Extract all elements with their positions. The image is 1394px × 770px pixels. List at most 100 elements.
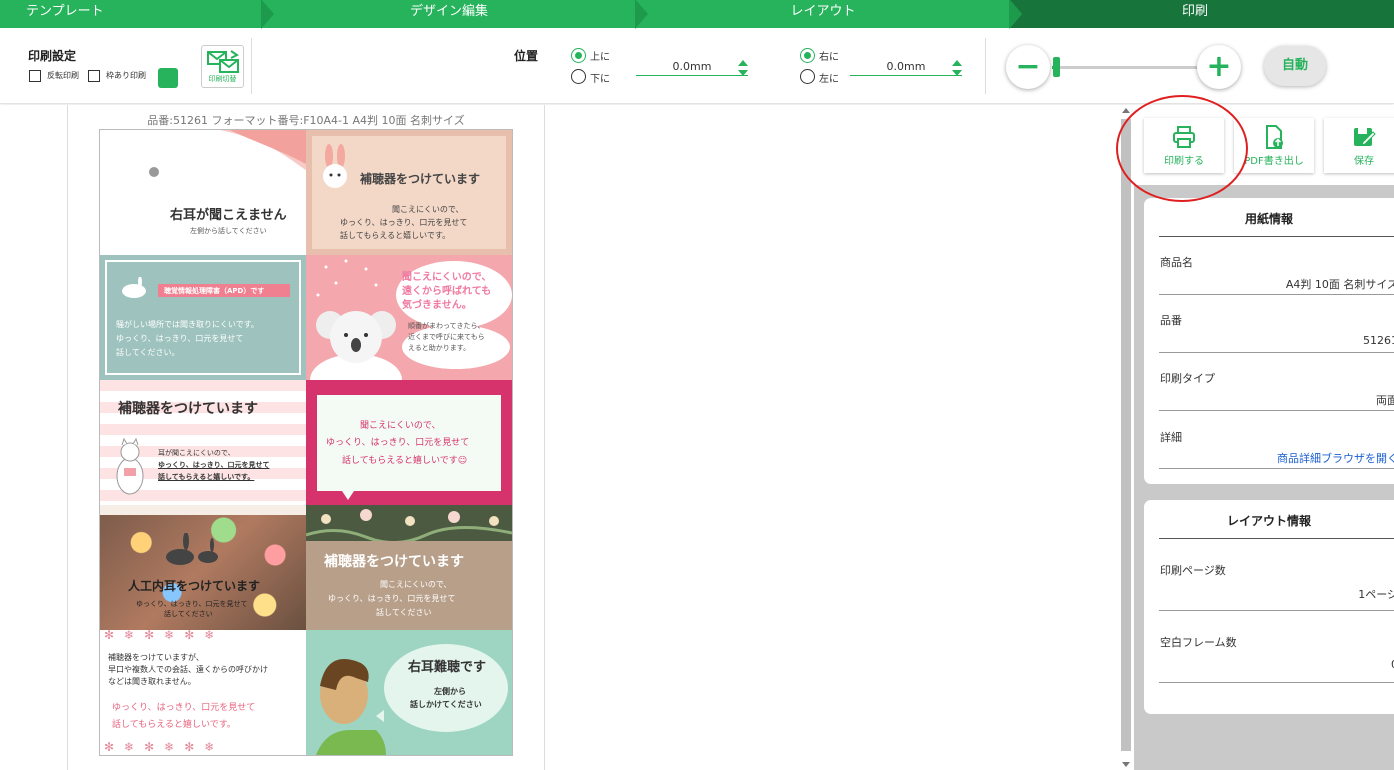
- pdf-export-icon: [1266, 125, 1283, 149]
- position-top-radio[interactable]: [571, 48, 586, 63]
- vertical-offset-input[interactable]: 0.0mm: [636, 60, 748, 76]
- scrollbar-thumb[interactable]: [1121, 119, 1131, 751]
- card-7-line-1: ゆっくり、はっきり、口元を見せて: [136, 600, 248, 608]
- vertical-offset-stepper[interactable]: [738, 60, 748, 78]
- card-6[interactable]: 聞こえにくいので、 ゆっくり、はっきり、口元を見せて 話してもらえると嬉しいです…: [306, 380, 512, 505]
- card-5-line-1: 耳が聞こえにくいので、: [158, 449, 235, 457]
- position-left-radio[interactable]: [800, 69, 815, 84]
- vertical-scrollbar[interactable]: [1118, 105, 1134, 770]
- card-8-line-2: ゆっくり、はっきり、口元を見せて: [328, 594, 456, 603]
- card-4[interactable]: 聞こえにくいので、 遠くから呼ばれても 気づきません。 順番がまわってきたら、 …: [306, 255, 512, 380]
- product-number-value: 51261: [1363, 334, 1394, 347]
- card-2-line-1: 聞こえにくいので、: [392, 205, 464, 214]
- card-6-line-2: ゆっくり、はっきり、口元を見せて: [326, 438, 470, 448]
- print-pages-label: 印刷ページ数: [1160, 564, 1226, 577]
- step-design-edit[interactable]: デザイン編集: [262, 0, 648, 29]
- card-9-line-3: などは聞き取れません。: [108, 677, 196, 686]
- card-5-line-2: ゆっくり、はっきり、口元を見せて: [158, 461, 270, 469]
- card-2-line-2: ゆっくり、はっきり、口元を見せて: [340, 218, 468, 227]
- card-8-line-1: 聞こえにくいので、: [380, 580, 452, 589]
- horizontal-offset-input[interactable]: 0.0mm: [850, 60, 962, 76]
- position-bottom-label: 下に: [590, 74, 610, 85]
- card-1[interactable]: 右耳が聞こえません 左側から話してください: [100, 130, 306, 255]
- print-swap-label: 印刷切替: [208, 75, 237, 83]
- card-1-sub: 左側から話してください: [190, 227, 267, 235]
- print-swap-icon: [206, 50, 239, 73]
- auto-zoom-button[interactable]: 自動: [1264, 46, 1326, 86]
- row-divider: [1159, 468, 1394, 469]
- minus-icon: −: [1015, 49, 1041, 84]
- save-icon: [1354, 128, 1376, 146]
- cat-illustration: [116, 437, 144, 495]
- print-pages-value: 1ページ: [1358, 588, 1394, 601]
- snowflake-icon: ✻❄✻❄✻❄: [104, 740, 225, 754]
- card-9-line-4: ゆっくり、はっきり、口元を見せて: [112, 703, 256, 713]
- position-top-label: 上に: [590, 52, 610, 63]
- card-8[interactable]: 補聴器をつけています 聞こえにくいので、 ゆっくり、はっきり、口元を見せて 話し…: [306, 505, 512, 630]
- card-9[interactable]: ✻❄✻❄✻❄ ✻❄✻❄✻❄ 補聴器をつけていますが、 早口や複数人での会話、遠く…: [100, 630, 306, 755]
- stepper-up-icon[interactable]: [952, 60, 962, 66]
- zoom-in-button[interactable]: +: [1197, 45, 1241, 89]
- color-toggle-button[interactable]: [158, 68, 178, 88]
- paper-header: 品番:51261 フォーマット番号:F10A4-1 A4判 10面 名刺サイズ: [147, 114, 465, 127]
- card-4-line-3: 気づきません。: [402, 300, 472, 311]
- card-3[interactable]: 聴覚情報処理障害（APD）です 騒がしい場所では聞き取りにくいです。 ゆっくり、…: [100, 255, 306, 380]
- mirror-print-checkbox[interactable]: [29, 70, 41, 82]
- card-5-line-3: 話してもらえると嬉しいです。: [158, 473, 255, 481]
- rabbit-icon: [122, 277, 146, 298]
- card-9-line-2: 早口や複数人での会話、遠くからの呼びかけ: [108, 665, 268, 674]
- step-bar: テンプレート デザイン編集 レイアウト 印刷: [0, 0, 1394, 29]
- scroll-up-icon[interactable]: [1122, 108, 1130, 113]
- card-5[interactable]: 補聴器をつけています 耳が聞こえにくいので、 ゆっくり、はっきり、口元を見せて …: [100, 380, 306, 505]
- position-right-radio[interactable]: [800, 48, 815, 63]
- card-6-line-1: 聞こえにくいので、: [360, 421, 441, 431]
- toolbar: 印刷設定 反転印刷 枠あり印刷 印刷切替 位置 上に 下に 0.0mm 右に 左…: [0, 28, 1394, 104]
- print-swap-button[interactable]: 印刷切替: [201, 45, 244, 88]
- zoom-slider-track[interactable]: [1052, 66, 1200, 69]
- horizontal-offset-stepper[interactable]: [952, 60, 962, 78]
- step-print[interactable]: 印刷: [1010, 0, 1380, 28]
- card-6-bubble-tail: [342, 491, 354, 500]
- stepper-down-icon[interactable]: [738, 70, 748, 76]
- frame-print-checkbox[interactable]: [88, 70, 100, 82]
- zoom-out-button[interactable]: −: [1006, 45, 1050, 89]
- row-divider: [1159, 352, 1394, 353]
- step-layout[interactable]: レイアウト: [636, 0, 1022, 29]
- product-number-label: 品番: [1160, 314, 1182, 327]
- toolbar-divider: [251, 38, 252, 94]
- blank-frames-label: 空白フレーム数: [1160, 636, 1237, 649]
- right-panel: 印刷する PDF書き出し 保存 用紙情報 商品名 A4判 10面 名刺サイズ 品…: [1134, 105, 1394, 770]
- zoom-slider-handle[interactable]: [1053, 57, 1060, 77]
- card-7-title: 人工内耳をつけています: [128, 579, 261, 593]
- position-left-label: 左に: [819, 74, 839, 85]
- floral-decoration: [306, 505, 512, 541]
- card-8-line-3: 話してください: [376, 608, 432, 617]
- save-button[interactable]: 保存: [1324, 118, 1394, 173]
- stepper-down-icon[interactable]: [952, 70, 962, 76]
- paper-info-title: 用紙情報: [1244, 212, 1293, 226]
- card-6-line-3: 話してもらえると嬉しいです☺: [342, 456, 468, 466]
- row-divider: [1159, 410, 1394, 411]
- row-divider: [1159, 610, 1394, 611]
- print-type-value: 両面: [1376, 394, 1394, 407]
- card-2-title: 補聴器をつけています: [360, 172, 481, 186]
- card-2-line-3: 話してもらえると嬉しいです。: [340, 231, 451, 240]
- scroll-down-icon[interactable]: [1122, 762, 1130, 767]
- card-4-line-2: 遠くから呼ばれても: [402, 286, 492, 297]
- step-print-label: 印刷: [1181, 4, 1208, 19]
- card-2[interactable]: 補聴器をつけています 聞こえにくいので、 ゆっくり、はっきり、口元を見せて 話し…: [306, 130, 512, 255]
- card-4-sub-3: えると助かります。: [408, 344, 471, 352]
- frame-print-label: 枠あり印刷: [106, 71, 146, 80]
- mirror-print-label: 反転印刷: [47, 71, 79, 80]
- product-detail-link[interactable]: 商品詳細ブラウザを開く: [1277, 450, 1394, 466]
- card-3-line-1: 騒がしい場所では聞き取りにくいです。: [116, 320, 259, 329]
- step-template[interactable]: テンプレート: [0, 0, 274, 29]
- print-settings-title: 印刷設定: [28, 49, 77, 63]
- plus-icon: +: [1206, 49, 1232, 84]
- stepper-up-icon[interactable]: [738, 60, 748, 66]
- card-grid: 右耳が聞こえません 左側から話してください 補聴器をつけています 聞こえにくいの…: [99, 129, 513, 756]
- position-bottom-radio[interactable]: [571, 69, 586, 84]
- card-7[interactable]: 人工内耳をつけています ゆっくり、はっきり、口元を見せて 話してください: [100, 505, 306, 630]
- card-10[interactable]: 右耳難聴です 左側から 話しかけてください: [306, 630, 512, 755]
- toolbar-divider: [985, 38, 986, 94]
